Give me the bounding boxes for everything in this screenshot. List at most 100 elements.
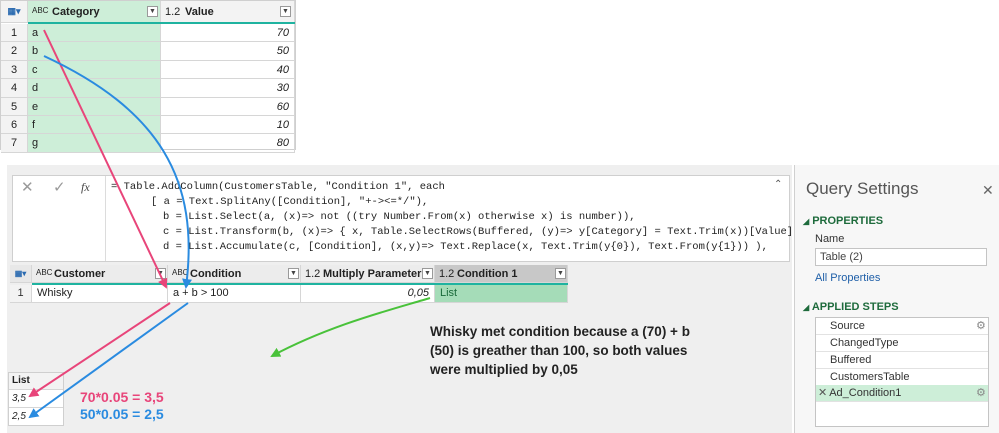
step-customerstable[interactable]: CustomersTable [816, 369, 988, 386]
all-properties-link[interactable]: All Properties [815, 272, 880, 284]
column-label: Category [52, 6, 100, 18]
collapse-triangle-icon[interactable]: ◢ [803, 303, 809, 312]
chevron-down-icon[interactable]: ▼ [422, 268, 433, 279]
column-label: Condition [190, 268, 242, 280]
row-number: 2 [1, 42, 28, 61]
decimal-type-icon: 1.2 [439, 268, 455, 280]
text-type-icon: ABC [32, 6, 49, 15]
step-label: Source [830, 320, 865, 332]
formula-line: d = List.Accumulate(c, [Condition], (x,y… [163, 241, 768, 253]
column-header-multiply-parameter[interactable]: 1.2 Multiply Parameter ▼ [301, 265, 435, 283]
row-number: 3 [1, 60, 28, 80]
decimal-type-icon: 1.2 [305, 268, 321, 280]
cell-value[interactable]: 80 [161, 134, 295, 153]
list-preview-table: List 3,5 2,5 [8, 372, 64, 426]
section-properties: ◢ PROPERTIES [803, 215, 883, 227]
row-number: 5 [1, 97, 28, 116]
cell-category[interactable]: c [28, 60, 161, 80]
step-changedtype[interactable]: ChangedType [816, 335, 988, 352]
calc-pink: 70*0.05 = 3,5 [80, 389, 164, 405]
decimal-type-icon: 1.2 [165, 6, 181, 18]
list-header: List [9, 373, 63, 390]
column-header-value[interactable]: 1.2 Value ▼ [161, 1, 295, 23]
step-ad-condition1[interactable]: ✕ Ad_Condition1 ⚙ [816, 385, 988, 402]
cell-value[interactable]: 60 [161, 97, 295, 116]
formula-line: b = List.Select(a, (x)=> not ((try Numbe… [163, 211, 636, 223]
list-value[interactable]: 2,5 [9, 408, 63, 425]
cell-condition[interactable]: a + b > 100 [168, 285, 301, 303]
fx-icon[interactable]: fx [81, 180, 90, 195]
main-table: ▦▾ ABC Customer ▼ ABC Condition ▼ 1.2 Mu… [10, 265, 568, 303]
column-header-category[interactable]: ABC Category ▼ [28, 1, 161, 23]
text-type-icon: ABC [172, 268, 189, 277]
step-label: ChangedType [830, 337, 899, 349]
close-icon[interactable]: ✕ [982, 182, 994, 199]
cell-value[interactable]: 10 [161, 116, 295, 135]
step-label: Buffered [830, 354, 872, 366]
collapse-chevron-icon[interactable]: ⌃ [774, 179, 782, 190]
row-number: 1 [1, 24, 28, 43]
cell-category[interactable]: g [28, 134, 161, 153]
cell-category[interactable]: a [28, 24, 161, 43]
annotation-line: (50) is greather than 100, so both value… [430, 343, 688, 358]
annotation-line: Whisky met condition because a (70) + b [430, 324, 690, 339]
gear-icon[interactable]: ⚙ [976, 385, 986, 402]
chevron-down-icon[interactable]: ▼ [280, 6, 291, 17]
cell-category[interactable]: e [28, 97, 161, 116]
step-label: CustomersTable [830, 371, 910, 383]
divider [105, 176, 106, 261]
formula-line: [ a = Text.SplitAny([Condition], "+-><=*… [151, 196, 429, 208]
section-label: APPLIED STEPS [811, 301, 899, 313]
cell-value[interactable]: 70 [161, 24, 295, 43]
text-type-icon: ABC [36, 268, 53, 277]
cell-value[interactable]: 40 [161, 60, 295, 80]
step-buffered[interactable]: Buffered [816, 352, 988, 369]
column-label: Multiply Parameter [323, 268, 422, 280]
chevron-down-icon[interactable]: ▼ [147, 6, 158, 17]
calc-blue: 50*0.05 = 2,5 [80, 406, 164, 422]
column-header-customer[interactable]: ABC Customer ▼ [32, 265, 168, 283]
row-number: 4 [1, 79, 28, 98]
cell-value[interactable]: 50 [161, 42, 295, 61]
formula-text[interactable]: = Table.AddColumn(CustomersTable, "Condi… [111, 180, 844, 255]
name-label: Name [815, 233, 845, 245]
formula-bar: ✕ ✓ fx = Table.AddColumn(CustomersTable,… [12, 175, 844, 262]
row-number: 7 [1, 134, 28, 153]
column-label: Condition 1 [457, 268, 518, 280]
cell-category[interactable]: b [28, 42, 161, 61]
gear-icon[interactable]: ⚙ [976, 318, 986, 335]
row-number: 6 [1, 116, 28, 135]
annotation-line: were multiplied by 0,05 [430, 362, 578, 377]
list-value[interactable]: 3,5 [9, 390, 63, 408]
formula-line: = Table.AddColumn(CustomersTable, "Condi… [111, 181, 445, 193]
table-corner-icon[interactable]: ▦▾ [1, 1, 28, 23]
commit-icon[interactable]: ✓ [53, 178, 66, 196]
column-label: Customer [54, 268, 106, 280]
cell-condition-1-list[interactable]: List [435, 285, 568, 303]
top-table: ▦▾ ABC Category ▼ 1.2 Value ▼ 1 a 70 2 b 50 3 c… [0, 0, 296, 153]
step-label: Ad_Condition1 [829, 387, 902, 399]
formula-line: c = List.Transform(b, (x)=> { x, Table.S… [163, 226, 844, 238]
cell-category[interactable]: d [28, 79, 161, 98]
chevron-down-icon[interactable]: ▼ [288, 268, 299, 279]
column-label: Value [185, 6, 214, 18]
name-input[interactable]: Table (2) [815, 248, 987, 266]
column-header-condition-1[interactable]: 1.2 Condition 1 ▼ [435, 265, 568, 283]
annotation-text: Whisky met condition because a (70) + b … [430, 322, 710, 379]
section-applied-steps: ◢ APPLIED STEPS [803, 301, 899, 313]
row-number: 1 [10, 285, 32, 303]
column-header-condition[interactable]: ABC Condition ▼ [168, 265, 301, 283]
panel-title: Query Settings [806, 179, 919, 198]
cell-customer[interactable]: Whisky [32, 285, 168, 303]
cell-value[interactable]: 30 [161, 79, 295, 98]
cancel-icon[interactable]: ✕ [21, 178, 34, 196]
cell-multiply-parameter[interactable]: 0,05 [301, 285, 435, 303]
step-source[interactable]: Source ⚙ [816, 318, 988, 335]
chevron-down-icon[interactable]: ▼ [555, 268, 566, 279]
delete-step-icon[interactable]: ✕ [818, 387, 827, 399]
collapse-triangle-icon[interactable]: ◢ [803, 217, 809, 226]
table-corner-icon[interactable]: ▦▾ [10, 265, 32, 283]
cell-category[interactable]: f [28, 116, 161, 135]
section-label: PROPERTIES [812, 215, 884, 227]
chevron-down-icon[interactable]: ▼ [155, 268, 166, 279]
